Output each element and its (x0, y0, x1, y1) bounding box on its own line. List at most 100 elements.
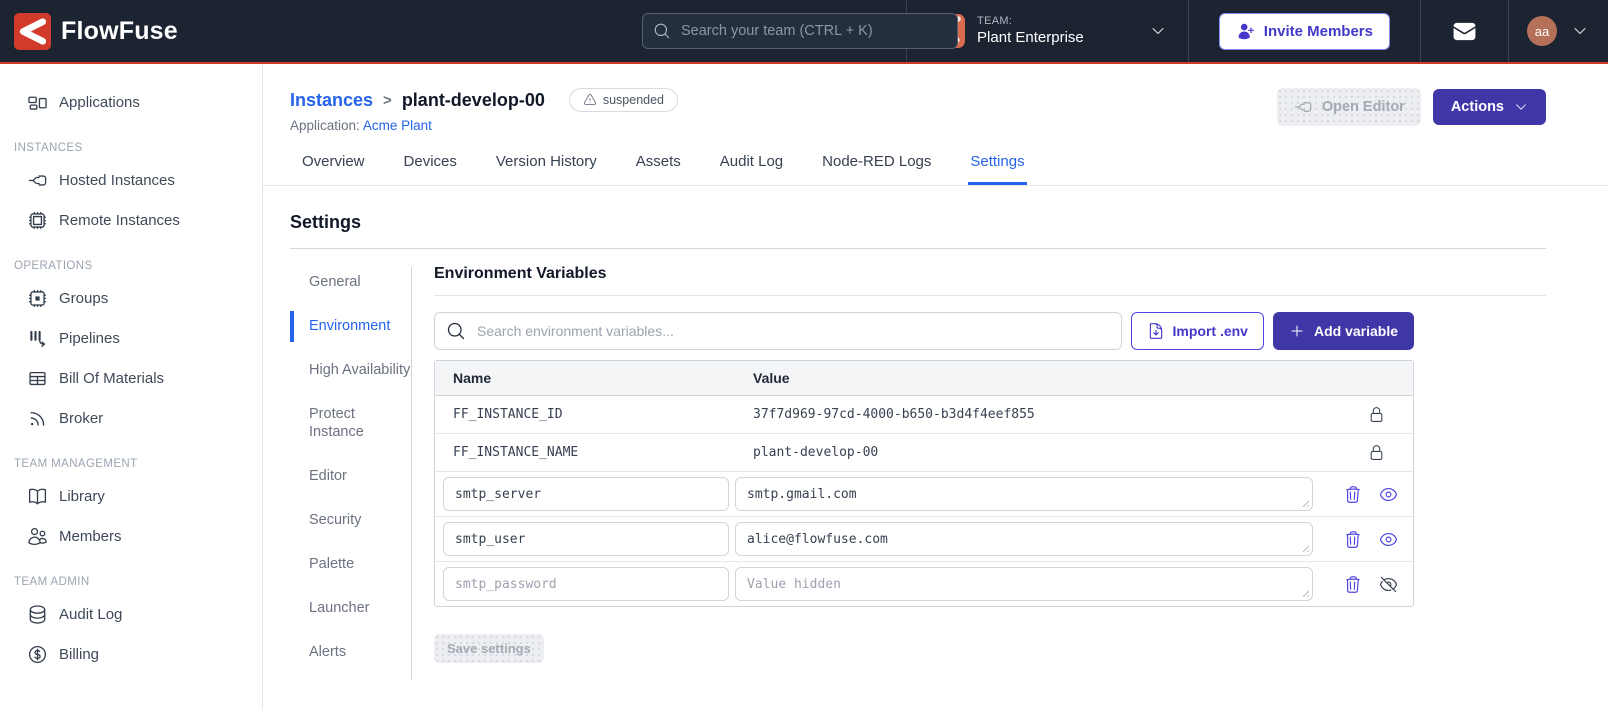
remote-instances-icon (28, 211, 47, 230)
subnav-editor[interactable]: Editor (290, 461, 411, 492)
delete-variable-button[interactable] (1343, 575, 1362, 594)
table-header: Name Value (435, 361, 1413, 396)
subnav-alerts[interactable]: Alerts (290, 637, 411, 668)
delete-variable-button[interactable] (1343, 530, 1362, 549)
trash-icon (1346, 530, 1360, 548)
env-name-input[interactable] (443, 567, 729, 601)
sidebar-item-pipelines[interactable]: Pipelines (0, 320, 262, 357)
add-variable-label: Add variable (1313, 323, 1398, 339)
sidebar-item-hosted-instances[interactable]: Hosted Instances (0, 162, 262, 199)
breadcrumb-separator: > (383, 91, 392, 109)
toggle-visibility-button[interactable] (1379, 575, 1398, 594)
subnav-launcher[interactable]: Launcher (290, 593, 411, 624)
sidebar-item-applications[interactable]: Applications (0, 84, 262, 121)
sidebar: Applications INSTANCES Hosted Instances … (0, 64, 263, 710)
sidebar-item-broker[interactable]: Broker (0, 400, 262, 437)
subnav-palette[interactable]: Palette (290, 549, 411, 580)
top-header: FlowFuse TEAM: Plant Enterprise Invite M… (0, 0, 1608, 62)
sidebar-section-team-admin: TEAM ADMIN (14, 576, 90, 588)
subnav-security[interactable]: Security (290, 505, 411, 536)
invite-members-button[interactable]: Invite Members (1218, 12, 1390, 50)
sidebar-item-members[interactable]: Members (0, 518, 262, 555)
sidebar-section-instances: INSTANCES (14, 142, 83, 154)
sidebar-item-label: Hosted Instances (59, 172, 175, 189)
env-name-input[interactable] (443, 522, 729, 556)
open-editor-button[interactable]: Open Editor (1276, 88, 1421, 126)
table-row-locked: FF_INSTANCE_ID 37f7d969-97cd-4000-b650-b… (435, 396, 1413, 434)
sidebar-item-audit-log[interactable]: Audit Log (0, 596, 262, 633)
tab-settings[interactable]: Settings (968, 149, 1027, 185)
actions-button[interactable]: Actions (1432, 89, 1546, 125)
team-search-input[interactable] (642, 13, 958, 49)
tab-overview[interactable]: Overview (300, 149, 367, 185)
application-line: Application: Acme Plant (290, 118, 678, 133)
sidebar-section-operations: OPERATIONS (14, 260, 93, 272)
hosted-instances-icon (28, 175, 47, 186)
env-search-input[interactable] (434, 312, 1122, 350)
subnav-high-availability[interactable]: High Availability (290, 355, 411, 386)
env-value-input[interactable] (735, 567, 1313, 601)
lock-icon (1370, 407, 1383, 422)
sidebar-item-library[interactable]: Library (0, 478, 262, 515)
user-menu[interactable]: aa (1509, 0, 1608, 62)
toggle-visibility-button[interactable] (1379, 485, 1398, 504)
sidebar-item-remote-instances[interactable]: Remote Instances (0, 202, 262, 239)
broker-icon (30, 411, 45, 426)
sidebar-item-bill-of-materials[interactable]: Bill Of Materials (0, 360, 262, 397)
toggle-visibility-button[interactable] (1379, 530, 1398, 549)
sidebar-item-label: Groups (59, 290, 109, 307)
document-download-icon (1149, 323, 1162, 339)
application-link[interactable]: Acme Plant (363, 118, 432, 133)
env-value-input[interactable] (735, 477, 1313, 511)
tab-version-history[interactable]: Version History (494, 149, 599, 185)
editor-branch-icon (1294, 102, 1312, 112)
env-value-input[interactable] (735, 522, 1313, 556)
env-name-input[interactable] (443, 477, 729, 511)
tab-devices[interactable]: Devices (402, 149, 459, 185)
add-variable-button[interactable]: Add variable (1272, 312, 1414, 350)
search-icon (447, 322, 465, 340)
column-name: Name (453, 370, 492, 386)
breadcrumb-instances-link[interactable]: Instances (290, 90, 373, 111)
breadcrumb: Instances > plant-develop-00 suspended (290, 88, 679, 112)
import-env-button[interactable]: Import .env (1130, 312, 1264, 350)
header-right: TEAM: Plant Enterprise Invite Members aa (906, 0, 1608, 62)
tab-audit-log[interactable]: Audit Log (718, 149, 785, 185)
application-label: Application: (290, 118, 360, 133)
subnav-environment[interactable]: Environment (290, 310, 411, 342)
notifications-button[interactable] (1452, 19, 1477, 44)
sidebar-item-billing[interactable]: Billing (0, 636, 262, 673)
settings-content: Settings General Environment High Availa… (263, 186, 1608, 681)
brand[interactable]: FlowFuse (0, 12, 178, 50)
environment-divider (434, 295, 1546, 296)
sidebar-item-label: Billing (59, 646, 100, 663)
save-settings-button[interactable]: Save settings (434, 634, 544, 663)
eye-slash-icon (1379, 576, 1398, 592)
mail-wrap (1421, 0, 1508, 62)
env-name: FF_INSTANCE_NAME (453, 445, 579, 460)
invite-wrap: Invite Members (1189, 0, 1420, 62)
head-actions: Open Editor Actions (1276, 88, 1546, 126)
tab-node-red-logs[interactable]: Node-RED Logs (820, 149, 933, 185)
tab-assets[interactable]: Assets (634, 149, 683, 185)
subnav-general[interactable]: General (290, 267, 411, 298)
pipelines-icon (30, 330, 46, 347)
delete-variable-button[interactable] (1343, 485, 1362, 504)
trash-icon (1346, 485, 1360, 503)
trash-icon (1346, 575, 1360, 593)
team-search (642, 13, 958, 49)
sidebar-item-groups[interactable]: Groups (0, 280, 262, 317)
environment-title: Environment Variables (434, 265, 607, 282)
subnav-protect-instance[interactable]: Protect Instance (290, 399, 411, 449)
brand-name: FlowFuse (61, 16, 178, 45)
open-editor-label: Open Editor (1321, 99, 1405, 115)
table-row-locked: FF_INSTANCE_NAME plant-develop-00 (435, 434, 1413, 472)
invite-members-label: Invite Members (1263, 22, 1373, 40)
main-content: Instances > plant-develop-00 suspended A… (263, 64, 1608, 710)
applications-icon (28, 96, 47, 110)
chevron-down-icon (1516, 104, 1526, 110)
page-head: Instances > plant-develop-00 suspended A… (263, 64, 1608, 133)
actions-label: Actions (1450, 99, 1504, 115)
library-icon (28, 488, 47, 505)
sidebar-item-label: Remote Instances (59, 212, 180, 229)
